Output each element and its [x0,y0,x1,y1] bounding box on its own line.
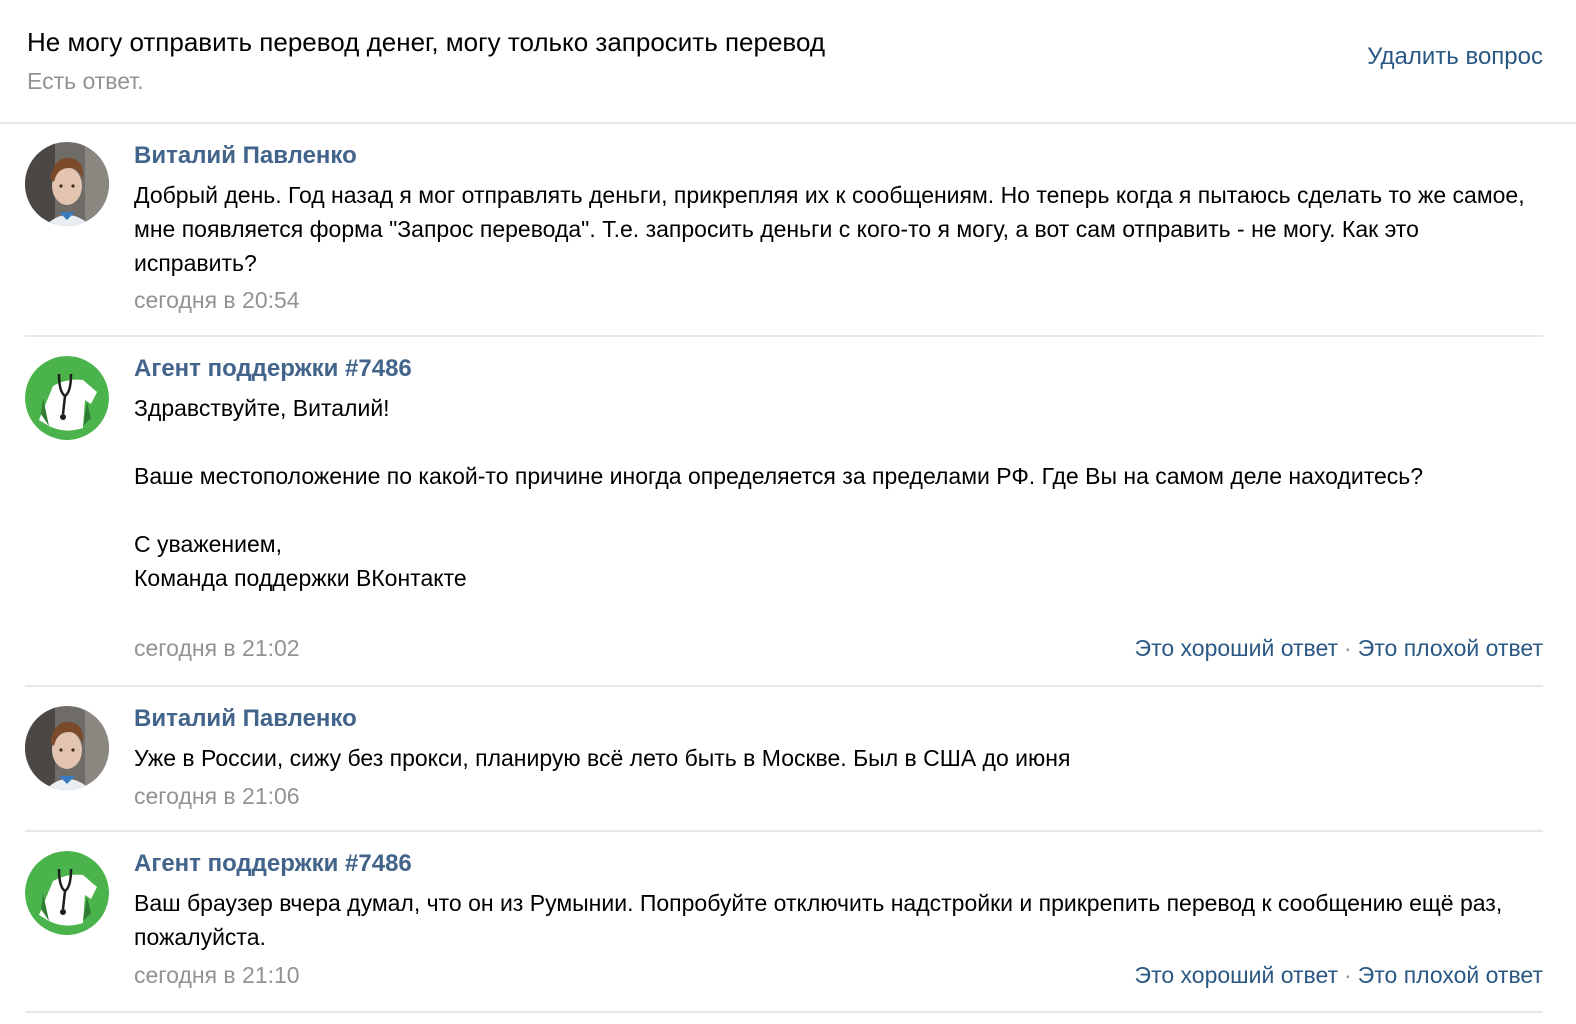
message-time[interactable]: сегодня в 20:54 [134,285,300,315]
message-paragraph: Команда поддержки ВКонтакте [134,565,467,591]
answer-rating: Это хороший ответ · Это плохой ответ [1135,633,1543,663]
message-text: Здравствуйте, Виталий! Ваше местоположен… [134,391,1544,595]
message-paragraph: Ваше местоположение по какой-то причине … [134,463,1424,489]
rating-separator: · [1344,962,1352,988]
message-paragraph: Уже в России, сижу без прокси, планирую … [134,745,1071,771]
rating-separator: · [1344,635,1352,661]
support-agent-icon [25,356,109,440]
answer-rating: Это хороший ответ · Это плохой ответ [1135,960,1543,990]
user-photo-icon [25,142,109,226]
message-paragraph: С уважением, [134,531,282,557]
user-avatar[interactable] [25,706,109,790]
agent-avatar[interactable] [25,851,109,935]
message-item: Агент поддержки #7486 Ваш браузер вчера … [25,831,1543,1013]
message-time[interactable]: сегодня в 21:02 [134,633,300,663]
message-author[interactable]: Агент поддержки #7486 [134,848,412,880]
user-avatar[interactable] [25,142,109,226]
message-author[interactable]: Виталий Павленко [134,703,357,735]
message-item: Виталий Павленко Уже в России, сижу без … [25,686,1543,832]
message-time[interactable]: сегодня в 21:06 [134,781,300,811]
message-text: Ваш браузер вчера думал, что он из Румын… [134,886,1544,954]
support-agent-icon [25,851,109,935]
bad-answer-link[interactable]: Это плохой ответ [1358,962,1543,988]
message-item: Виталий Павленко Добрый день. Год назад … [25,124,1543,337]
agent-avatar[interactable] [25,356,109,440]
message-time[interactable]: сегодня в 21:10 [134,960,300,990]
message-item: Агент поддержки #7486 Здравствуйте, Вита… [25,336,1543,687]
good-answer-link[interactable]: Это хороший ответ [1135,962,1339,988]
bad-answer-link[interactable]: Это плохой ответ [1358,635,1543,661]
message-text: Уже в России, сижу без прокси, планирую … [134,741,1544,775]
message-author[interactable]: Виталий Павленко [134,140,357,172]
delete-question-link[interactable]: Удалить вопрос [1367,41,1543,73]
question-status: Есть ответ. [27,68,144,94]
message-paragraph: Добрый день. Год назад я мог отправлять … [134,182,1525,276]
support-question-page: Не могу отправить перевод денег, могу то… [0,0,1576,1024]
good-answer-link[interactable]: Это хороший ответ [1135,635,1339,661]
message-text: Добрый день. Год назад я мог отправлять … [134,178,1544,280]
message-author[interactable]: Агент поддержки #7486 [134,353,412,385]
message-paragraph: Ваш браузер вчера думал, что он из Румын… [134,890,1503,950]
message-paragraph: Здравствуйте, Виталий! [134,395,390,421]
user-photo-icon [25,706,109,790]
question-title: Не могу отправить перевод денег, могу то… [27,27,826,57]
question-header: Не могу отправить перевод денег, могу то… [0,0,1576,124]
